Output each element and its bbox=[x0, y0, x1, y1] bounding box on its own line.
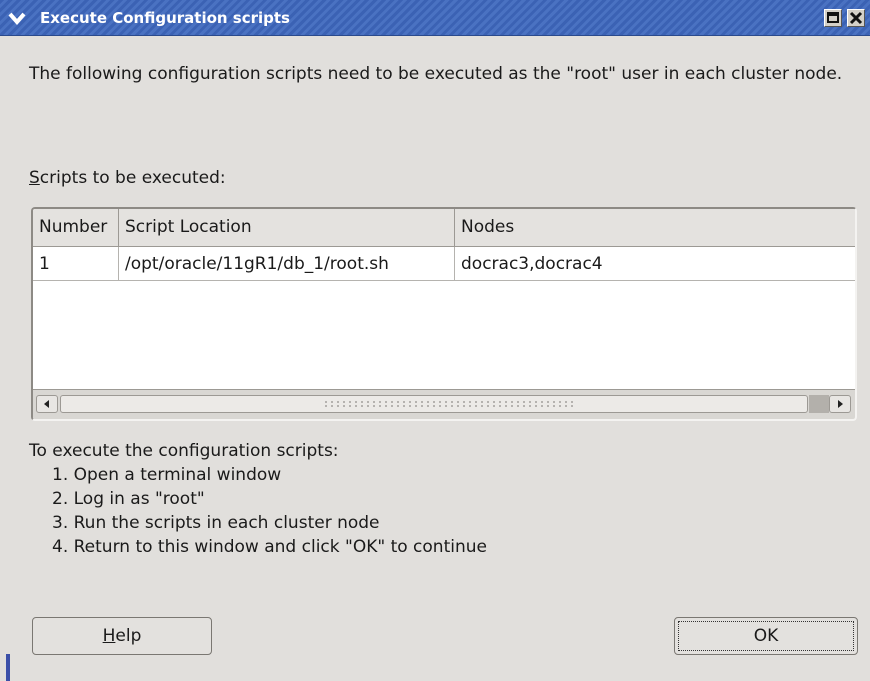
instruction-step: 3. Run the scripts in each cluster node bbox=[52, 513, 380, 533]
close-icon bbox=[849, 11, 863, 25]
instruction-step: 1. Open a terminal window bbox=[52, 465, 282, 485]
scroll-track[interactable] bbox=[809, 395, 829, 413]
scripts-table: Number Script Location Nodes 1 /opt/orac… bbox=[31, 207, 857, 421]
ok-button[interactable]: OK bbox=[674, 617, 858, 655]
maximize-button[interactable] bbox=[824, 9, 842, 27]
window-title: Execute Configuration scripts bbox=[40, 9, 290, 27]
execute-config-scripts-dialog: Execute Configuration scripts The follow… bbox=[0, 0, 870, 681]
chevron-down-icon[interactable] bbox=[8, 9, 26, 27]
scroll-left-button[interactable] bbox=[36, 395, 58, 413]
column-header-nodes[interactable]: Nodes bbox=[455, 209, 855, 246]
scripts-label-text: cripts to be executed: bbox=[39, 168, 226, 188]
title-bar[interactable]: Execute Configuration scripts bbox=[0, 0, 870, 36]
maximize-icon bbox=[827, 12, 839, 23]
cell-script-location: /opt/oracle/11gR1/db_1/root.sh bbox=[119, 247, 455, 280]
help-label: elp bbox=[115, 626, 142, 646]
help-mnemonic: H bbox=[102, 626, 116, 646]
scroll-thumb[interactable] bbox=[60, 395, 808, 413]
table-header: Number Script Location Nodes bbox=[33, 209, 855, 247]
ok-label: OK bbox=[753, 626, 779, 646]
help-button[interactable]: Help bbox=[32, 617, 212, 655]
scripts-label-mnemonic: S bbox=[29, 168, 40, 188]
cell-number: 1 bbox=[33, 247, 119, 280]
instruction-step: 4. Return to this window and click "OK" … bbox=[52, 537, 487, 557]
scripts-label: Scripts to be executed: bbox=[29, 168, 226, 188]
window-edge-marker bbox=[6, 654, 10, 681]
arrow-right-icon bbox=[838, 400, 843, 408]
scroll-right-button[interactable] bbox=[829, 395, 851, 413]
instructions-heading: To execute the configuration scripts: bbox=[29, 441, 339, 461]
instructions: To execute the configuration scripts: 1.… bbox=[29, 440, 487, 559]
instructions-steps: 1. Open a terminal window 2. Log in as "… bbox=[29, 463, 487, 559]
cell-nodes: docrac3,docrac4 bbox=[461, 254, 603, 274]
column-header-script-location[interactable]: Script Location bbox=[119, 209, 455, 246]
column-header-number[interactable]: Number bbox=[33, 209, 119, 246]
instruction-step: 2. Log in as "root" bbox=[52, 489, 205, 509]
close-button[interactable] bbox=[847, 9, 865, 27]
intro-text: The following configuration scripts need… bbox=[29, 64, 843, 84]
table-row[interactable]: 1 /opt/oracle/11gR1/db_1/root.sh docrac3… bbox=[33, 247, 855, 281]
scroll-grip bbox=[323, 400, 573, 408]
arrow-left-icon bbox=[44, 400, 49, 408]
horizontal-scrollbar[interactable] bbox=[33, 389, 855, 419]
